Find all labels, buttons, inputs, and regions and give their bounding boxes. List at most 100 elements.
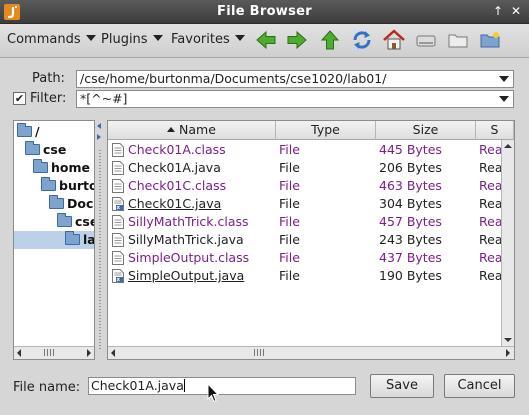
path-label: Path: bbox=[32, 71, 65, 86]
scroll-left-icon[interactable] bbox=[17, 349, 21, 357]
cell-type: File bbox=[279, 196, 300, 211]
document-icon bbox=[112, 233, 124, 247]
folder-icon bbox=[41, 177, 56, 191]
tree-item-label: burton bbox=[59, 178, 94, 193]
cell-type: File bbox=[279, 214, 300, 229]
column-header-size[interactable]: Size bbox=[376, 121, 476, 140]
chevron-down-icon[interactable] bbox=[499, 96, 509, 102]
scroll-right-icon[interactable] bbox=[87, 349, 91, 357]
tree-item[interactable]: cse bbox=[14, 141, 94, 159]
path-value: /cse/home/burtonma/Documents/cse1020/lab… bbox=[80, 71, 387, 86]
title-bar: File Browser ↑ ✕ bbox=[0, 0, 529, 24]
chevron-down-icon[interactable] bbox=[499, 76, 509, 82]
table-row[interactable]: SimpleOutput.javaFile190 BytesRead/ bbox=[108, 267, 509, 285]
drive-icon[interactable] bbox=[414, 28, 438, 52]
table-header: Name Type Size S bbox=[108, 121, 514, 140]
tree-item[interactable]: lab0 bbox=[14, 231, 94, 249]
new-folder-icon[interactable] bbox=[478, 28, 502, 52]
file-name-input[interactable]: Check01A.java bbox=[88, 377, 356, 395]
cell-name: SimpleOutput.class bbox=[128, 250, 250, 265]
tree-item[interactable]: home bbox=[14, 159, 94, 177]
table-vertical-scrollbar[interactable] bbox=[501, 140, 514, 348]
mouse-pointer-icon bbox=[207, 382, 220, 403]
cell-name: Check01A.java bbox=[128, 160, 221, 175]
column-header-status[interactable]: S bbox=[476, 121, 514, 140]
table-row[interactable]: Check01C.classFile463 BytesRead/ bbox=[108, 177, 509, 195]
cell-name: Check01A.class bbox=[128, 142, 226, 157]
directory-tree: / cse home burton Docum cse10 lab0 bbox=[13, 120, 95, 360]
plugins-menu[interactable]: Plugins bbox=[101, 32, 163, 47]
tree-item[interactable]: / bbox=[14, 123, 94, 141]
folder-icon bbox=[17, 123, 32, 137]
java-file-icon bbox=[112, 269, 124, 283]
document-icon bbox=[112, 161, 124, 175]
tree-item[interactable]: Docum bbox=[14, 195, 94, 213]
forward-arrow-icon[interactable] bbox=[285, 28, 309, 52]
path-combo[interactable]: /cse/home/burtonma/Documents/cse1020/lab… bbox=[76, 70, 514, 88]
cancel-button[interactable]: Cancel bbox=[444, 374, 515, 398]
toolbar: Commands Plugins Favorites bbox=[0, 24, 529, 58]
folder-icon bbox=[65, 231, 80, 245]
tree-item-label: home bbox=[51, 160, 90, 175]
cell-size: 206 Bytes bbox=[379, 160, 442, 175]
tree-item-label: cse10 bbox=[75, 214, 94, 229]
cell-size: 445 Bytes bbox=[379, 142, 442, 157]
scroll-up-icon[interactable] bbox=[504, 144, 512, 148]
table-row[interactable]: Check01A.javaFile206 BytesRead/ bbox=[108, 159, 509, 177]
home-icon[interactable] bbox=[382, 28, 406, 52]
column-header-type[interactable]: Type bbox=[276, 121, 376, 140]
collapse-right-icon[interactable] bbox=[97, 134, 101, 140]
table-row[interactable]: SillyMathTrick.classFile457 BytesRead/ bbox=[108, 213, 509, 231]
folder-icon bbox=[57, 213, 72, 227]
cell-size: 190 Bytes bbox=[379, 268, 442, 283]
window-title: File Browser bbox=[217, 4, 312, 19]
filter-label: Filter: bbox=[30, 91, 67, 106]
maximize-button[interactable]: ↑ bbox=[490, 3, 506, 19]
tree-item-label: / bbox=[35, 124, 40, 139]
scroll-thumb[interactable] bbox=[254, 349, 264, 356]
scroll-right-icon[interactable] bbox=[506, 349, 510, 357]
folder-icon bbox=[33, 159, 48, 173]
cell-size: 243 Bytes bbox=[379, 232, 442, 247]
back-arrow-icon[interactable] bbox=[254, 28, 278, 52]
up-arrow-icon[interactable] bbox=[318, 28, 342, 52]
favorites-menu[interactable]: Favorites bbox=[171, 32, 245, 47]
table-horizontal-scrollbar[interactable] bbox=[108, 346, 514, 359]
plugins-menu-label: Plugins bbox=[101, 32, 148, 47]
save-button[interactable]: Save bbox=[370, 374, 434, 398]
cell-name: Check01C.java bbox=[128, 196, 222, 211]
scroll-down-icon[interactable] bbox=[504, 338, 512, 342]
chevron-down-icon bbox=[234, 35, 245, 41]
document-icon bbox=[112, 179, 124, 193]
text-cursor bbox=[183, 379, 185, 392]
table-row[interactable]: Check01C.javaFile304 BytesRead/ bbox=[108, 195, 509, 213]
tree-horizontal-scrollbar[interactable] bbox=[14, 346, 94, 359]
cell-type: File bbox=[279, 160, 300, 175]
scroll-left-icon[interactable] bbox=[111, 349, 115, 357]
table-row[interactable]: SimpleOutput.classFile437 BytesRead/ bbox=[108, 249, 509, 267]
document-icon bbox=[112, 251, 124, 265]
column-header-name[interactable]: Name bbox=[108, 121, 276, 140]
tree-item[interactable]: cse10 bbox=[14, 213, 94, 231]
table-row[interactable]: Check01A.classFile445 BytesRead/ bbox=[108, 141, 509, 159]
cell-type: File bbox=[279, 250, 300, 265]
filter-combo[interactable]: *[^~#] bbox=[76, 90, 514, 108]
folder-icon[interactable] bbox=[446, 28, 470, 52]
close-button[interactable]: ✕ bbox=[508, 3, 524, 19]
chevron-down-icon bbox=[85, 35, 96, 41]
reload-icon[interactable] bbox=[350, 28, 374, 52]
commands-menu[interactable]: Commands bbox=[7, 32, 96, 47]
scroll-thumb[interactable] bbox=[44, 349, 54, 356]
filter-checkbox[interactable]: ✔ bbox=[13, 92, 26, 105]
collapse-left-icon[interactable] bbox=[97, 123, 101, 129]
cell-size: 457 Bytes bbox=[379, 214, 442, 229]
table-row[interactable]: SillyMathTrick.javaFile243 BytesRead/ bbox=[108, 231, 509, 249]
tree-item-label: lab0 bbox=[83, 232, 95, 247]
tree-item[interactable]: burton bbox=[14, 177, 94, 195]
document-icon bbox=[112, 215, 124, 229]
file-table: Name Type Size S Check01A.class File 445 B… bbox=[107, 120, 515, 360]
java-file-icon bbox=[112, 197, 124, 211]
file-name-label: File name: bbox=[13, 380, 81, 395]
pane-splitter[interactable] bbox=[95, 120, 105, 360]
filter-value: *[^~#] bbox=[80, 91, 128, 106]
